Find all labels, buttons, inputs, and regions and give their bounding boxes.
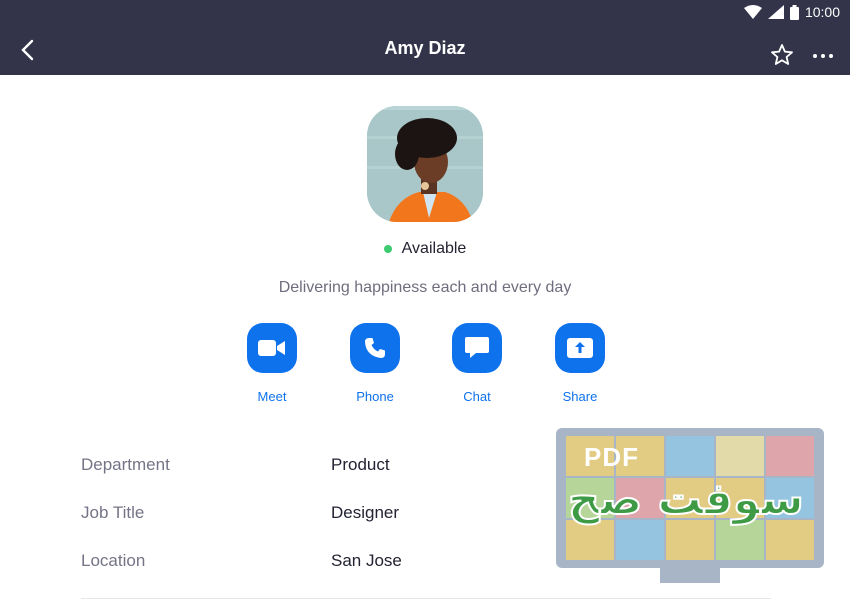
share-screen-icon [567,338,593,358]
meet-icon-circle [247,323,297,373]
watermark-logo: PDF سوفت صح [556,428,824,583]
clock: 10:00 [804,4,840,20]
more-options-button[interactable] [808,43,838,69]
phone-label: Phone [356,389,394,404]
detail-value: Product [331,455,390,474]
status-message: Delivering happiness each and every day [278,279,572,296]
chat-button[interactable]: Chat [437,323,517,404]
share-button[interactable]: Share [540,323,620,404]
favorite-button[interactable] [770,43,798,69]
phone-button[interactable]: Phone [335,323,415,404]
action-bar: Meet Phone Chat Share [0,323,850,413]
detail-key: Department [81,455,170,474]
meet-button[interactable]: Meet [232,323,312,404]
avatar-photo [367,106,483,222]
watermark-arabic-text: سوفت صح [567,473,805,526]
phone-icon-circle [350,323,400,373]
share-icon-circle [555,323,605,373]
presence-label: Available [401,240,467,257]
signal-icon [767,5,784,19]
watermark-pdf-text: PDF [584,442,639,472]
share-label: Share [562,389,598,404]
dot-icon [813,54,817,58]
meet-label: Meet [257,389,287,404]
wifi-icon [743,5,762,19]
battery-icon [789,4,799,20]
presence-dot-icon [383,245,392,253]
dot-icon [821,54,825,58]
dot-icon [829,54,833,58]
app-header: Amy Diaz [0,24,850,75]
chat-label: Chat [463,389,491,404]
divider [81,598,771,599]
detail-key: Location [81,551,146,570]
status-bar: 10:00 [0,0,850,24]
chat-bubble-icon [465,337,489,358]
detail-value: Designer [331,503,400,522]
watermark-screen: PDF سوفت صح [556,428,824,568]
phone-icon [365,338,385,358]
chat-icon-circle [452,323,502,373]
avatar [367,106,483,222]
watermark-stand [660,568,720,583]
presence-status: Available [0,240,850,258]
video-camera-icon [258,340,285,356]
detail-key: Job Title [81,503,145,522]
star-icon [771,44,793,65]
contact-name-title: Amy Diaz [384,38,466,58]
detail-value: San Jose [331,551,402,570]
status-indicators: 10:00 [743,2,840,22]
